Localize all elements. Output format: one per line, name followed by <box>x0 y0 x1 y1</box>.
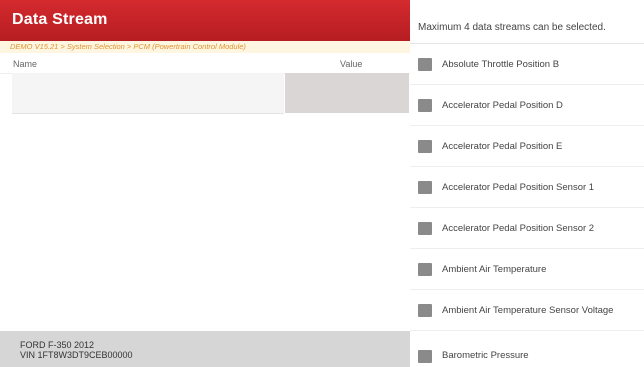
vehicle-info-bar: FORD F-350 2012 VIN 1FT8W3DT9CEB00000 <box>0 331 410 367</box>
option-label: Ambient Air Temperature Sensor Voltage <box>442 305 614 316</box>
option-label: Accelerator Pedal Position Sensor 2 <box>442 223 595 234</box>
vehicle-model: FORD F-350 2012 <box>20 340 95 350</box>
option-barometric-pressure[interactable]: Barometric Pressure <box>410 331 644 367</box>
option-label: Accelerator Pedal Position Sensor 1 <box>442 182 595 193</box>
checkbox[interactable] <box>418 99 432 112</box>
option-label: Ambient Air Temperature <box>442 264 547 275</box>
checkbox[interactable] <box>418 263 432 276</box>
checkbox[interactable] <box>418 350 432 363</box>
column-header-value: Value <box>340 59 363 69</box>
vehicle-vin: VIN 1FT8W3DT9CEB00000 <box>20 350 133 360</box>
page-title: Data Stream <box>12 11 108 28</box>
breadcrumb: DEMO V15.21 > System Selection > PCM (Po… <box>0 41 410 53</box>
option-label: Accelerator Pedal Position D <box>442 100 563 111</box>
option-absolute-throttle-position-b[interactable]: Absolute Throttle Position B <box>410 44 644 85</box>
option-label: Barometric Pressure <box>442 349 529 361</box>
header-bar: Data Stream <box>0 0 410 41</box>
table-row[interactable] <box>12 73 409 114</box>
checkbox[interactable] <box>418 58 432 71</box>
data-stream-panel: Data Stream DEMO V15.21 > System Selecti… <box>0 0 411 367</box>
checkbox[interactable] <box>418 181 432 194</box>
checkbox[interactable] <box>418 140 432 153</box>
data-stream-selection-list: Maximum 4 data streams can be selected. … <box>410 0 644 367</box>
checkbox[interactable] <box>418 304 432 317</box>
table-header: Name Value <box>0 53 410 74</box>
option-label: Accelerator Pedal Position E <box>442 141 563 152</box>
option-accelerator-pedal-position-sensor-2[interactable]: Accelerator Pedal Position Sensor 2 <box>410 208 644 249</box>
row-name-cell <box>12 73 284 114</box>
selection-limit-notice: Maximum 4 data streams can be selected. <box>410 0 644 44</box>
column-header-name: Name <box>13 59 38 69</box>
option-ambient-air-temperature-sensor-voltage[interactable]: Ambient Air Temperature Sensor Voltage <box>410 290 644 331</box>
row-value-cell <box>285 73 409 113</box>
option-label: Absolute Throttle Position B <box>442 59 560 70</box>
option-accelerator-pedal-position-e[interactable]: Accelerator Pedal Position E <box>410 126 644 167</box>
option-accelerator-pedal-position-d[interactable]: Accelerator Pedal Position D <box>410 85 644 126</box>
option-accelerator-pedal-position-sensor-1[interactable]: Accelerator Pedal Position Sensor 1 <box>410 167 644 208</box>
checkbox[interactable] <box>418 222 432 235</box>
option-ambient-air-temperature[interactable]: Ambient Air Temperature <box>410 249 644 290</box>
